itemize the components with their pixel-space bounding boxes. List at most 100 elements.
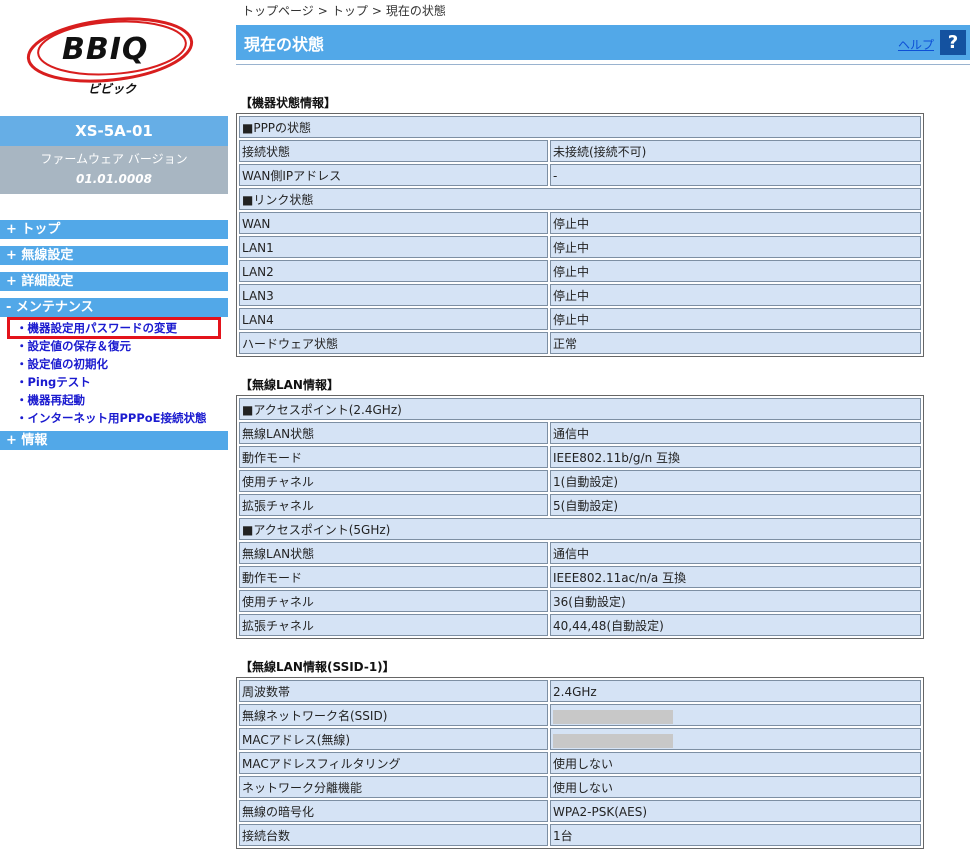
row-value: 1台 (550, 824, 921, 846)
row-label: 使用チャネル (239, 590, 548, 612)
sidebar-nav: + トップ + 無線設定 + 詳細設定 - メンテナンス ・機器設定用パスワード… (0, 220, 228, 457)
table-row: 拡張チャネル 40,44,48(自動設定) (238, 613, 922, 637)
row-value: WPA2-PSK(AES) (550, 800, 921, 822)
row-label: LAN1 (239, 236, 548, 258)
nav-item-password-change[interactable]: ・機器設定用パスワードの変更 (7, 317, 221, 339)
row-value: IEEE802.11ac/n/a 互換 (550, 566, 921, 588)
table-row: 動作モード IEEE802.11b/g/n 互換 (238, 445, 922, 469)
nav-item-pppoe-status[interactable]: ・インターネット用PPPoE接続状態 (0, 409, 228, 427)
row-label: 使用チャネル (239, 470, 548, 492)
subheader-link: ■リンク状態 (239, 188, 921, 210)
row-label: 拡張チャネル (239, 494, 548, 516)
breadcrumb-separator: > (317, 4, 328, 18)
row-value: 停止中 (550, 308, 921, 330)
firmware-info: ファームウェア バージョン 01.01.0008 (0, 146, 228, 194)
row-label: MACアドレスフィルタリング (239, 752, 548, 774)
subheader-ap5: ■アクセスポイント(5GHz) (239, 518, 921, 540)
row-label: 動作モード (239, 446, 548, 468)
row-value: 使用しない (550, 776, 921, 798)
ssid-table: 周波数帯 2.4GHz 無線ネットワーク名(SSID) MACアドレス(無線) M… (236, 677, 924, 849)
row-label: 無線LAN状態 (239, 542, 548, 564)
row-label: 拡張チャネル (239, 614, 548, 636)
row-value: IEEE802.11b/g/n 互換 (550, 446, 921, 468)
table-row: 拡張チャネル 5(自動設定) (238, 493, 922, 517)
breadcrumb-separator: > (371, 4, 382, 18)
table-row: MACアドレス(無線) (238, 727, 922, 751)
firmware-version: 01.01.0008 (76, 172, 152, 186)
row-label: WAN側IPアドレス (239, 164, 548, 186)
table-row: ■PPPの状態 (238, 115, 922, 139)
divider (236, 64, 970, 65)
row-value: 停止中 (550, 212, 921, 234)
table-row: ■リンク状態 (238, 187, 922, 211)
nav-info[interactable]: + 情報 (0, 431, 228, 450)
nav-detail-settings[interactable]: + 詳細設定 (0, 272, 228, 291)
table-row: 接続状態 未接続(接続不可) (238, 139, 922, 163)
row-value: 正常 (550, 332, 921, 354)
redacted-block (553, 733, 673, 748)
ssid-value-masked (550, 704, 921, 726)
sidebar: BBIQ ビビック XS-5A-01 ファームウェア バージョン 01.01.0… (0, 0, 228, 860)
row-value: 2.4GHz (550, 680, 921, 702)
row-label: 接続台数 (239, 824, 548, 846)
nav-item-factory-reset[interactable]: ・設定値の初期化 (0, 355, 228, 373)
nav-item-ping-test[interactable]: ・Pingテスト (0, 373, 228, 391)
row-label: LAN4 (239, 308, 548, 330)
table-row: ハードウェア状態 正常 (238, 331, 922, 355)
nav-maintenance[interactable]: - メンテナンス (0, 298, 228, 317)
table-row: LAN2 停止中 (238, 259, 922, 283)
row-value: 使用しない (550, 752, 921, 774)
breadcrumb: トップページ > トップ > 現在の状態 (236, 0, 970, 22)
device-model: XS-5A-01 (0, 116, 228, 146)
logo-subtext: ビビック (88, 82, 137, 96)
row-label: 動作モード (239, 566, 548, 588)
table-row: 無線ネットワーク名(SSID) (238, 703, 922, 727)
table-row: ■アクセスポイント(2.4GHz) (238, 397, 922, 421)
table-row: 無線LAN状態 通信中 (238, 541, 922, 565)
row-value: 36(自動設定) (550, 590, 921, 612)
table-row: ■アクセスポイント(5GHz) (238, 517, 922, 541)
nav-top[interactable]: + トップ (0, 220, 228, 239)
section-title-wlan: 【無線LAN情報】 (240, 378, 339, 392)
row-label: 接続状態 (239, 140, 548, 162)
table-row: 動作モード IEEE802.11ac/n/a 互換 (238, 565, 922, 589)
row-label: LAN2 (239, 260, 548, 282)
table-row: 接続台数 1台 (238, 823, 922, 847)
logo-text: BBIQ (62, 32, 149, 67)
row-label: MACアドレス(無線) (239, 728, 548, 750)
row-label: ハードウェア状態 (239, 332, 548, 354)
device-status-table: ■PPPの状態 接続状態 未接続(接続不可) WAN側IPアドレス - ■リンク状態… (236, 113, 924, 357)
nav-item-reboot[interactable]: ・機器再起動 (0, 391, 228, 409)
row-value: 停止中 (550, 260, 921, 282)
table-row: 無線の暗号化 WPA2-PSK(AES) (238, 799, 922, 823)
breadcrumb-top[interactable]: トップ (332, 4, 368, 18)
row-label: LAN3 (239, 284, 548, 306)
nav-item-save-restore[interactable]: ・設定値の保存＆復元 (0, 337, 228, 355)
nav-wireless-settings[interactable]: + 無線設定 (0, 246, 228, 265)
row-label: WAN (239, 212, 548, 234)
row-value: 5(自動設定) (550, 494, 921, 516)
row-label: 無線の暗号化 (239, 800, 548, 822)
breadcrumb-current: 現在の状態 (385, 4, 446, 18)
table-row: 使用チャネル 1(自動設定) (238, 469, 922, 493)
section-title-ssid: 【無線LAN情報(SSID-1)】 (240, 660, 395, 674)
section-title-device-status: 【機器状態情報】 (240, 96, 337, 110)
row-value: 1(自動設定) (550, 470, 921, 492)
breadcrumb-top-page[interactable]: トップページ (242, 4, 314, 18)
table-row: LAN1 停止中 (238, 235, 922, 259)
wlan-table: ■アクセスポイント(2.4GHz) 無線LAN状態 通信中 動作モード IEEE80… (236, 395, 924, 639)
subheader-ppp: ■PPPの状態 (239, 116, 921, 138)
row-value: 通信中 (550, 422, 921, 444)
row-value: 未接続(接続不可) (550, 140, 921, 162)
help-link[interactable]: ヘルプ (898, 36, 934, 53)
title-bar: 現在の状態 ヘルプ ? (236, 25, 970, 60)
mac-value-masked (550, 728, 921, 750)
table-row: 使用チャネル 36(自動設定) (238, 589, 922, 613)
row-value: 40,44,48(自動設定) (550, 614, 921, 636)
main-content: トップページ > トップ > 現在の状態 現在の状態 ヘルプ ? 【機器状態情報】 ■P… (236, 0, 970, 860)
row-label: ネットワーク分離機能 (239, 776, 548, 798)
help-question-icon[interactable]: ? (940, 30, 966, 55)
row-label: 周波数帯 (239, 680, 548, 702)
row-label: 無線LAN状態 (239, 422, 548, 444)
firmware-label: ファームウェア バージョン (40, 152, 188, 166)
